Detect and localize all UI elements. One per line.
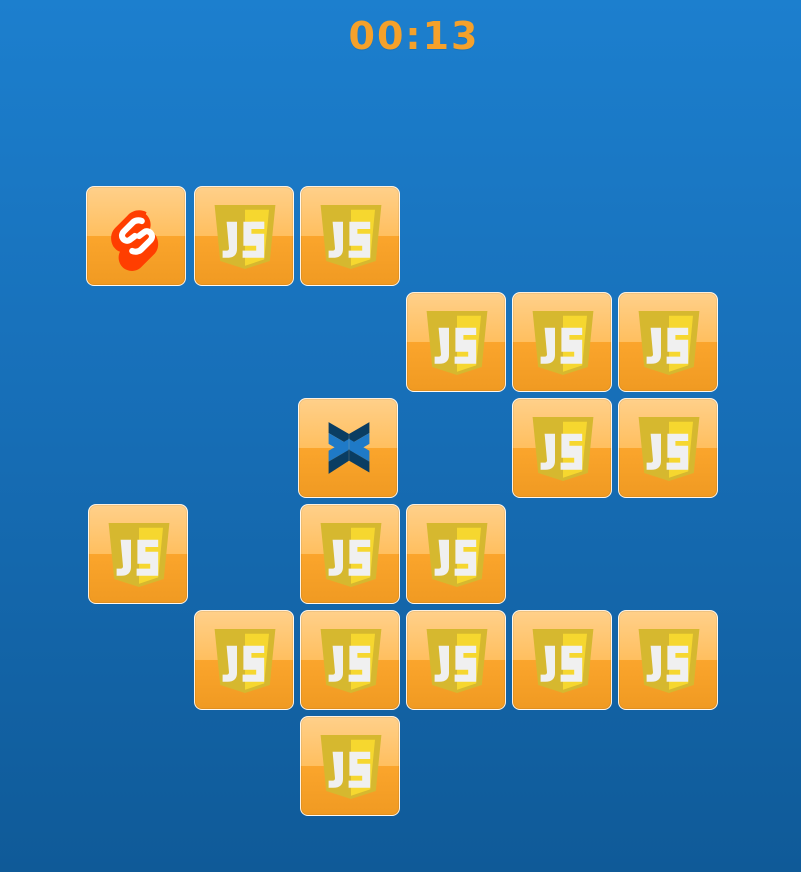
tile[interactable] (618, 398, 718, 498)
tile[interactable] (512, 610, 612, 710)
tile[interactable] (406, 610, 506, 710)
tile[interactable] (406, 292, 506, 392)
tile[interactable] (300, 610, 400, 710)
tile[interactable] (88, 504, 188, 604)
tile[interactable] (86, 186, 186, 286)
game-board (0, 0, 801, 872)
tile[interactable] (298, 398, 398, 498)
tile[interactable] (300, 186, 400, 286)
tile[interactable] (300, 716, 400, 816)
tile[interactable] (512, 292, 612, 392)
tile[interactable] (194, 610, 294, 710)
tile[interactable] (300, 504, 400, 604)
tile[interactable] (618, 610, 718, 710)
tile[interactable] (406, 504, 506, 604)
tile[interactable] (194, 186, 294, 286)
tile[interactable] (618, 292, 718, 392)
tile[interactable] (512, 398, 612, 498)
